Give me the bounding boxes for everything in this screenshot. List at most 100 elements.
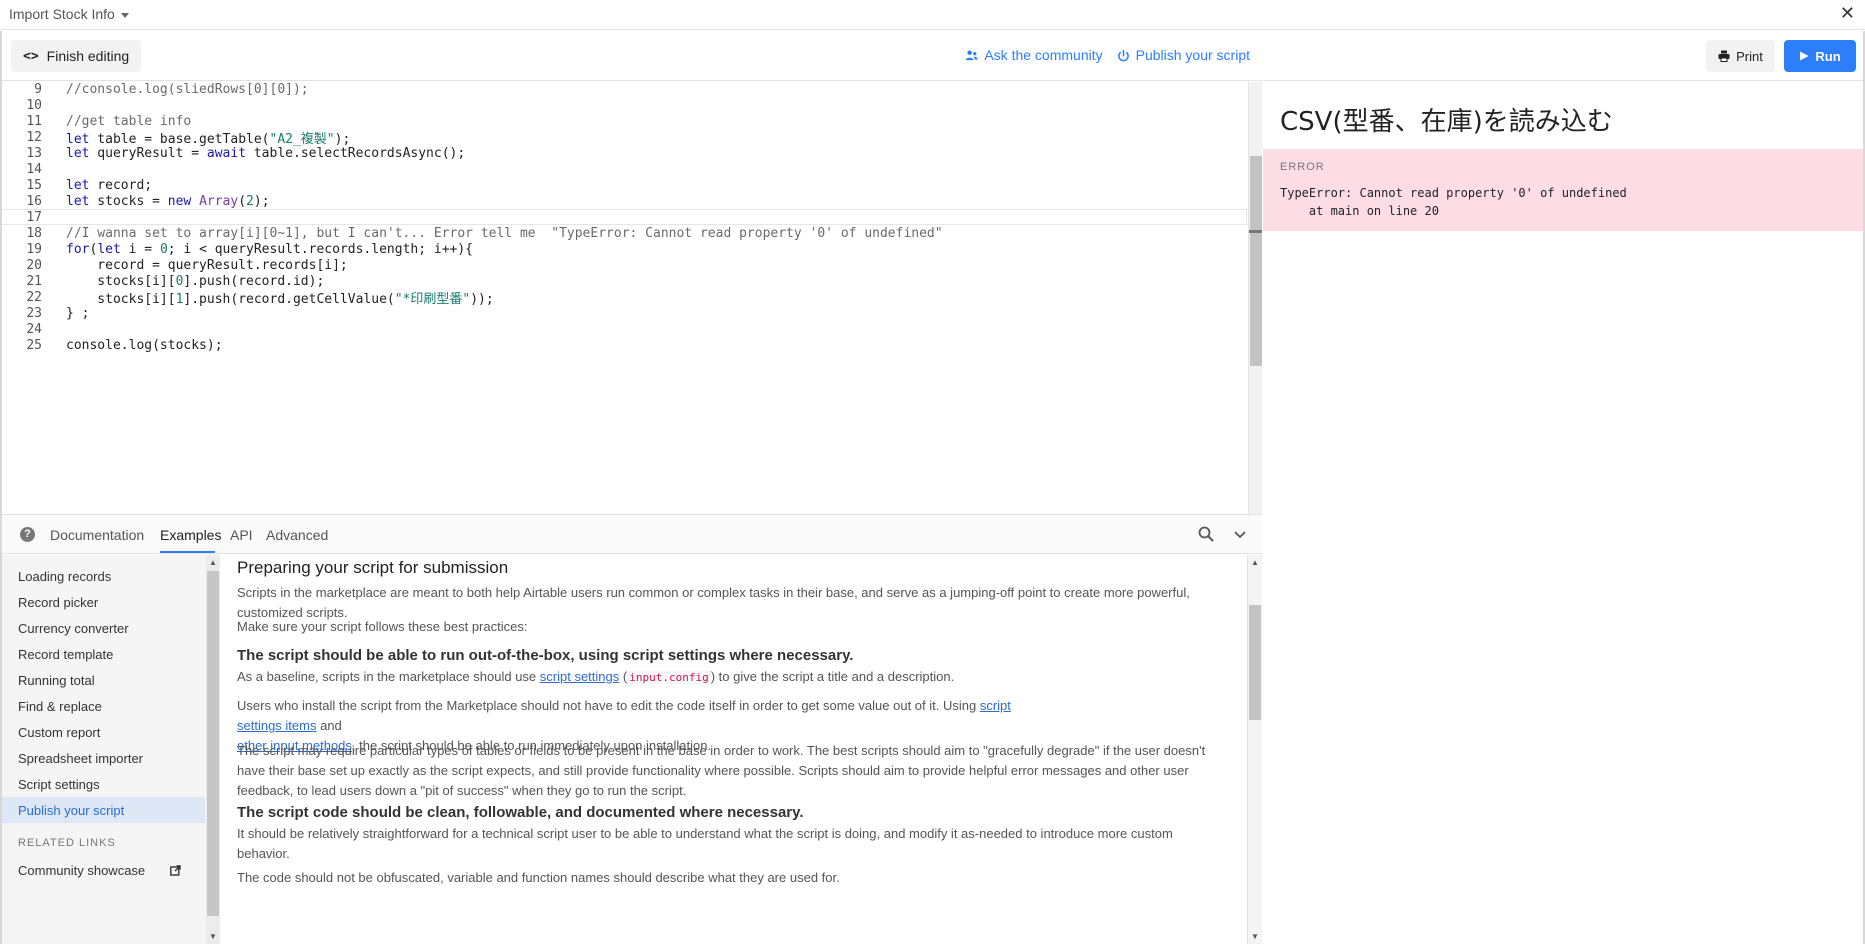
code-line[interactable]: 22 stocks[i][1].push(record.getCellValue… [2, 289, 1247, 307]
code-token: i = [120, 241, 160, 257]
print-button[interactable]: Print [1706, 40, 1775, 72]
code-line[interactable]: 20 record = queryResult.records[i]; [2, 257, 1247, 273]
article-scrollbar-thumb[interactable] [1249, 605, 1261, 720]
close-icon[interactable]: ✕ [1840, 3, 1855, 24]
code-line[interactable]: 12 let table = base.getTable("A2_複製"); [2, 128, 1247, 147]
code-line[interactable]: 10 [2, 97, 1247, 113]
output-pane: Print Run CSV(型番、在庫)を読み込む ERROR TypeErro… [1263, 31, 1865, 944]
help-icon[interactable]: ? [20, 527, 35, 542]
finish-editing-button[interactable]: <> Finish editing [11, 40, 142, 72]
line-number: 9 [34, 82, 42, 97]
error-location: at main on line 20 [1280, 204, 1439, 218]
code-token: Array [199, 193, 239, 209]
sidebar-item-running-total[interactable]: Running total [2, 667, 205, 693]
sidebar-scrollbar-thumb[interactable] [207, 571, 219, 916]
code-token: } ; [66, 305, 90, 321]
code-line[interactable]: 24 [2, 321, 1247, 337]
publish-script-link[interactable]: Publish your script [1117, 47, 1250, 63]
code-text: record = queryResult.records[i]; [66, 258, 347, 273]
editor-scrollbar-thumb[interactable] [1250, 156, 1262, 366]
tab-examples[interactable]: Examples [160, 527, 221, 543]
tab-api[interactable]: API [230, 527, 253, 543]
code-token: record; [89, 177, 153, 193]
code-token: //I wanna set to array[i][0~1], but I ca… [66, 225, 943, 241]
docs-sidebar: Loading records Record picker Currency con… [2, 555, 220, 944]
code-line[interactable]: 16 let stocks = new Array(2); [2, 193, 1247, 209]
external-link-icon [170, 864, 181, 876]
run-button[interactable]: Run [1784, 40, 1856, 72]
code-line[interactable]: 23 } ; [2, 305, 1247, 321]
tab-advanced[interactable]: Advanced [266, 527, 328, 543]
code-token: for [66, 241, 90, 257]
related-link-community-showcase[interactable]: Community showcase [2, 857, 205, 883]
error-text: TypeError: Cannot read property '0' of u… [1280, 186, 1627, 200]
sidebar-item-currency-converter[interactable]: Currency converter [2, 615, 205, 641]
article-title: Preparing your script for submission [237, 558, 509, 577]
code-line[interactable]: 17 [2, 209, 1247, 225]
sidebar-item-custom-report[interactable]: Custom report [2, 719, 205, 745]
ask-community-link[interactable]: Ask the community [965, 47, 1103, 63]
code-token: console.log(stocks); [66, 337, 223, 353]
run-label: Run [1815, 48, 1841, 64]
sidebar-item-loading-records[interactable]: Loading records [2, 563, 205, 589]
sidebar-item-publish-your-script[interactable]: Publish your script [2, 797, 205, 823]
code-token: stocks[i][ [66, 273, 176, 289]
printer-icon [1718, 50, 1730, 62]
output-toolbar: Print Run [1263, 31, 1863, 81]
code-line[interactable]: 14 [2, 161, 1247, 177]
code-text: //get table info [66, 114, 191, 129]
publish-script-label: Publish your script [1135, 47, 1250, 63]
code-line[interactable]: 13 let queryResult = await table.selectRe… [2, 145, 1247, 161]
line-number: 19 [26, 241, 42, 257]
script-settings-link[interactable]: script settings [540, 669, 619, 684]
scroll-down-arrow-icon[interactable]: ▼ [1251, 932, 1259, 941]
paragraph-text: Users who install the script from the Ma… [237, 698, 980, 713]
sidebar-item-record-picker[interactable]: Record picker [2, 589, 205, 615]
line-number: 15 [26, 177, 42, 193]
script-title-dropdown[interactable]: Import Stock Info [9, 6, 129, 22]
line-number: 20 [26, 257, 42, 273]
scroll-up-arrow-icon[interactable]: ▲ [1251, 558, 1259, 567]
code-token: 2 [246, 193, 254, 209]
code-token: await [206, 145, 247, 161]
code-text: //I wanna set to array[i][0~1], but I ca… [66, 226, 943, 241]
code-line[interactable]: 9 //console.log(sliedRows[0][0]); [2, 82, 1247, 97]
tab-documentation[interactable]: Documentation [50, 527, 144, 543]
code-icon: <> [23, 48, 39, 64]
related-link-label: Community showcase [18, 862, 146, 878]
docs-tab-bar: ? Documentation Examples API Advanced [2, 514, 1262, 554]
sidebar-item-find-replace[interactable]: Find & replace [2, 693, 205, 719]
editor-toolbar: <> Finish editing Ask the community Publ… [2, 31, 1262, 81]
editor-scrollbar[interactable] [1248, 82, 1262, 514]
finish-editing-label: Finish editing [46, 48, 130, 64]
code-line[interactable]: 25 console.log(stocks); [2, 337, 1247, 353]
code-token: let [66, 193, 90, 209]
line-number: 23 [26, 305, 42, 321]
search-icon[interactable] [1198, 526, 1214, 542]
docs-article: Preparing your script for submission Scr… [220, 555, 1246, 944]
output-title: CSV(型番、在庫)を読み込む [1280, 107, 1613, 137]
code-text: let table = base.getTable("A2_複製"); [66, 128, 350, 147]
code-text: let stocks = new Array(2); [66, 194, 270, 209]
sidebar-item-record-template[interactable]: Record template [2, 641, 205, 667]
code-token: let [66, 145, 90, 161]
sidebar-item-script-settings[interactable]: Script settings [2, 771, 205, 797]
article-paragraph-1: As a baseline, scripts in the marketplac… [237, 669, 955, 684]
code-line[interactable]: 18 //I wanna set to array[i][0~1], but I … [2, 225, 1247, 241]
code-editor[interactable]: 9 //console.log(sliedRows[0][0]); 10 11 //ge… [2, 82, 1262, 514]
article-scrollbar[interactable]: ▲ ▼ [1247, 555, 1262, 944]
scroll-down-arrow-icon[interactable]: ▼ [209, 932, 217, 941]
paragraph-text: As a baseline, scripts in the marketplac… [237, 669, 540, 684]
code-token: //console.log(sliedRows[0][0]); [66, 82, 309, 97]
script-title: Import Stock Info [9, 6, 115, 22]
code-line[interactable]: 19 for(let i = 0; i < queryResult.records… [2, 241, 1247, 257]
error-box: ERROR TypeError: Cannot read property '0… [1263, 149, 1863, 231]
chevron-down-icon[interactable] [1233, 527, 1247, 541]
code-line[interactable]: 15 let record; [2, 177, 1247, 193]
sidebar-scrollbar[interactable]: ▲ ▼ [206, 555, 220, 944]
code-text: console.log(stocks); [66, 338, 223, 353]
sidebar-item-spreadsheet-importer[interactable]: Spreadsheet importer [2, 745, 205, 771]
publish-icon [1117, 49, 1129, 61]
code-token: ( [238, 193, 247, 209]
scroll-up-arrow-icon[interactable]: ▲ [209, 558, 217, 567]
